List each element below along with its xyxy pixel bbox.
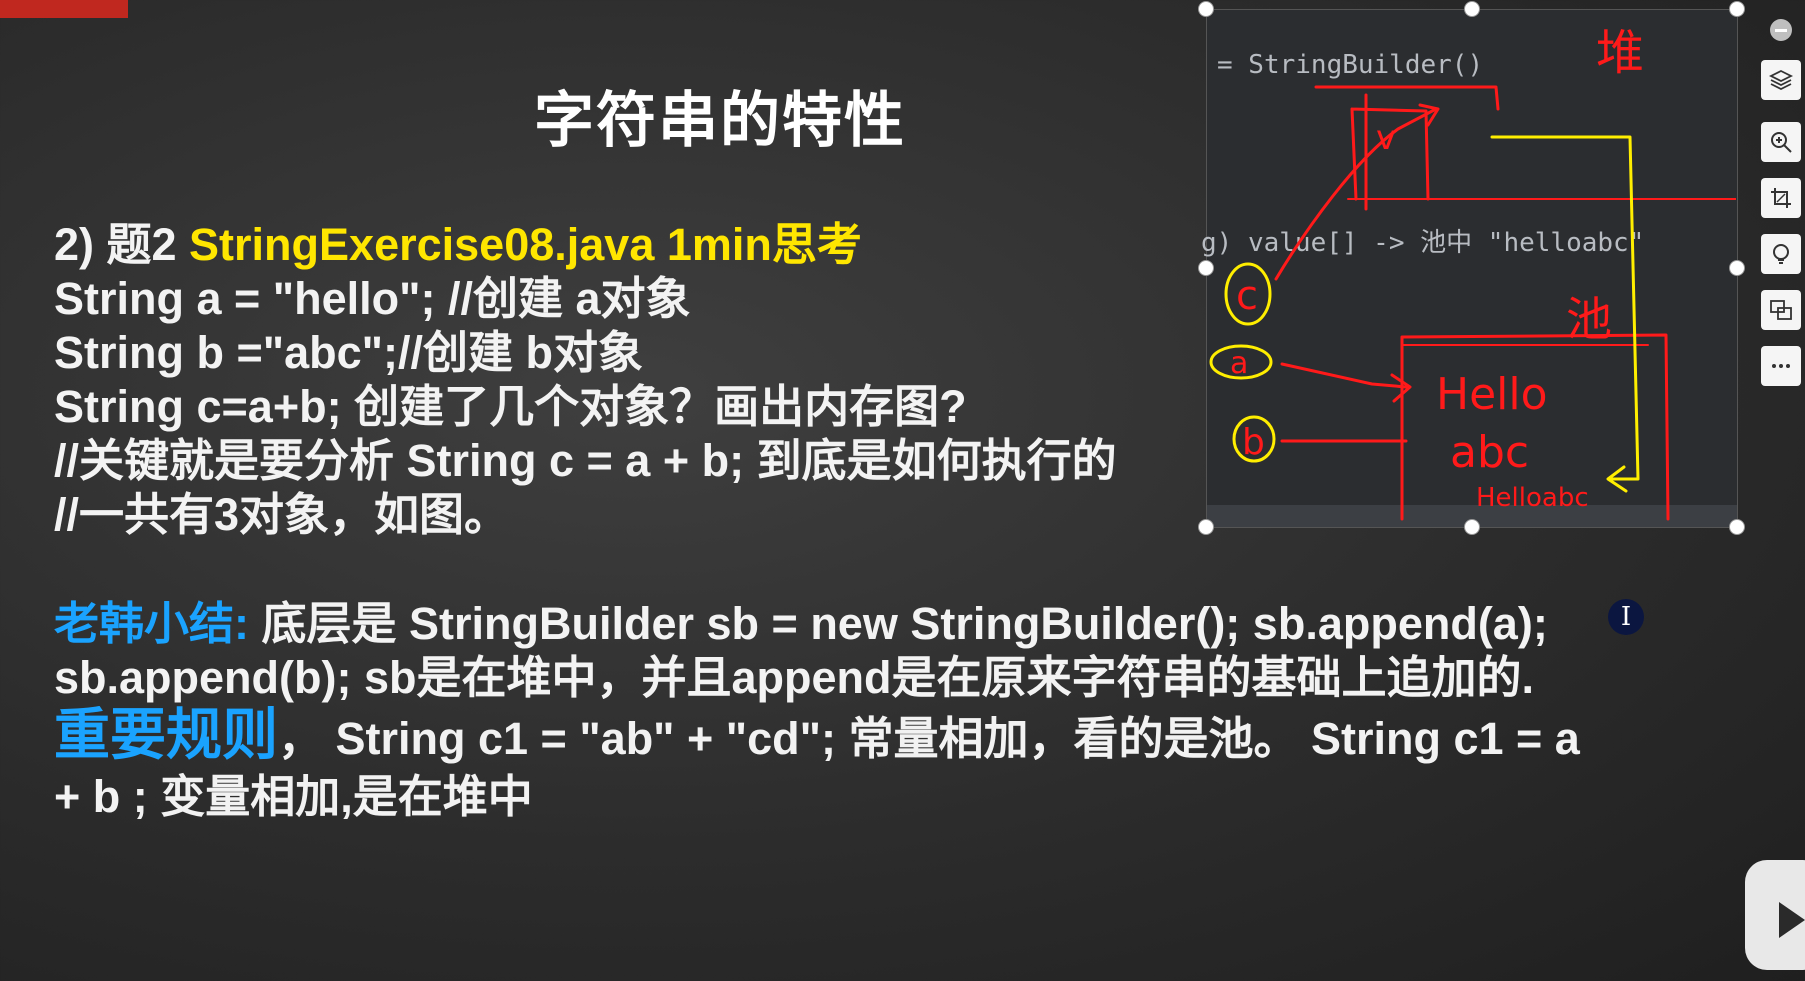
crop-icon bbox=[1771, 188, 1791, 208]
resize-handle-bottom-left[interactable] bbox=[1198, 519, 1214, 535]
translate-button[interactable] bbox=[1761, 290, 1801, 330]
rules-line-1: 重要规则， String c1 = "ab" + "cd"; 常量相加，看的是池… bbox=[54, 706, 1580, 768]
text-cursor-icon: I bbox=[1608, 599, 1644, 635]
image-toolbar bbox=[1755, 10, 1805, 430]
corner-tag bbox=[0, 0, 128, 18]
ink-annotations: 堆 池 c a b v Hello abc Helloabc bbox=[1209, 25, 1736, 521]
arrow-a-to-hello bbox=[1280, 362, 1408, 389]
summary-line-1: 老韩小结: 底层是 StringBuilder sb = new StringB… bbox=[54, 597, 1654, 651]
translate-icon bbox=[1770, 300, 1792, 320]
more-button[interactable] bbox=[1761, 346, 1801, 386]
ink-helloabc-label: Helloabc bbox=[1476, 483, 1589, 513]
question-block: 2) 题2 StringExercise08.java 1min思考 Strin… bbox=[54, 218, 1214, 542]
rules-block: 重要规则， String c1 = "ab" + "cd"; 常量相加，看的是池… bbox=[54, 706, 1580, 826]
crop-button[interactable] bbox=[1761, 178, 1801, 218]
summary-line-2: sb.append(b); sb是在堆中，并且append是在原来字符串的基础上… bbox=[54, 652, 1534, 703]
zoom-in-button[interactable] bbox=[1761, 122, 1801, 162]
question-heading: 2) 题2 StringExercise08.java 1min思考 bbox=[54, 218, 1214, 272]
ink-v-label: v bbox=[1376, 118, 1396, 158]
ink-abc-label: abc bbox=[1450, 427, 1529, 478]
question-line-3: String c=a+b; 创建了几个对象？画出内存图? bbox=[54, 381, 967, 432]
resize-handle-left[interactable] bbox=[1198, 260, 1214, 276]
layers-icon bbox=[1768, 69, 1794, 91]
question-line-5: //一共有3对象，如图。 bbox=[54, 489, 510, 540]
ink-a-label: a bbox=[1230, 346, 1248, 381]
ink-pool-label: 池 bbox=[1566, 292, 1612, 346]
question-line-2: String b ="abc";//创建 b对象 bbox=[54, 327, 643, 378]
zoom-in-icon bbox=[1771, 132, 1792, 153]
ink-c-label: c bbox=[1236, 273, 1258, 319]
collapse-button[interactable] bbox=[1761, 10, 1801, 50]
rules-label: 重要规则 bbox=[54, 703, 278, 766]
rules-line-1-text: ， String c1 = "ab" + "cd"; 常量相加，看的是池。 St… bbox=[278, 713, 1580, 764]
layers-button[interactable] bbox=[1761, 60, 1801, 100]
question-highlight: StringExercise08.java 1min思考 bbox=[189, 219, 862, 270]
resize-handle-bottom-right[interactable] bbox=[1729, 519, 1745, 535]
summary-label: 老韩小结: bbox=[54, 598, 249, 649]
minus-circle-icon bbox=[1770, 19, 1792, 41]
heap-box-top bbox=[1314, 85, 1500, 111]
summary-line-1-text: 底层是 StringBuilder sb = new StringBuilder… bbox=[249, 598, 1548, 649]
resize-handle-right[interactable] bbox=[1729, 260, 1745, 276]
ink-b-label: b bbox=[1242, 422, 1265, 463]
resize-handle-bottom[interactable] bbox=[1464, 519, 1480, 535]
question-line-4: //关键就是要分析 String c = a + b; 到底是如何执行的 bbox=[54, 435, 1117, 486]
question-prefix: 2) 题2 bbox=[54, 219, 190, 270]
more-icon bbox=[1772, 364, 1790, 368]
resize-handle-top-left[interactable] bbox=[1198, 1, 1214, 17]
slide-title: 字符串的特性 bbox=[534, 87, 906, 154]
resize-handle-top-right[interactable] bbox=[1729, 1, 1745, 17]
idea-button[interactable] bbox=[1761, 234, 1801, 274]
player-logo-icon[interactable] bbox=[1745, 860, 1805, 970]
summary-block: 老韩小结: 底层是 StringBuilder sb = new StringB… bbox=[54, 597, 1654, 705]
rules-line-2: + b ; 变量相加,是在堆中 bbox=[54, 771, 533, 822]
ink-hello-label: Hello bbox=[1436, 369, 1548, 420]
resize-handle-top[interactable] bbox=[1464, 1, 1480, 17]
question-line-1: String a = "hello"; //创建 a对象 bbox=[54, 273, 691, 324]
lightbulb-icon bbox=[1773, 244, 1789, 264]
ink-heap-label: 堆 bbox=[1596, 25, 1644, 81]
